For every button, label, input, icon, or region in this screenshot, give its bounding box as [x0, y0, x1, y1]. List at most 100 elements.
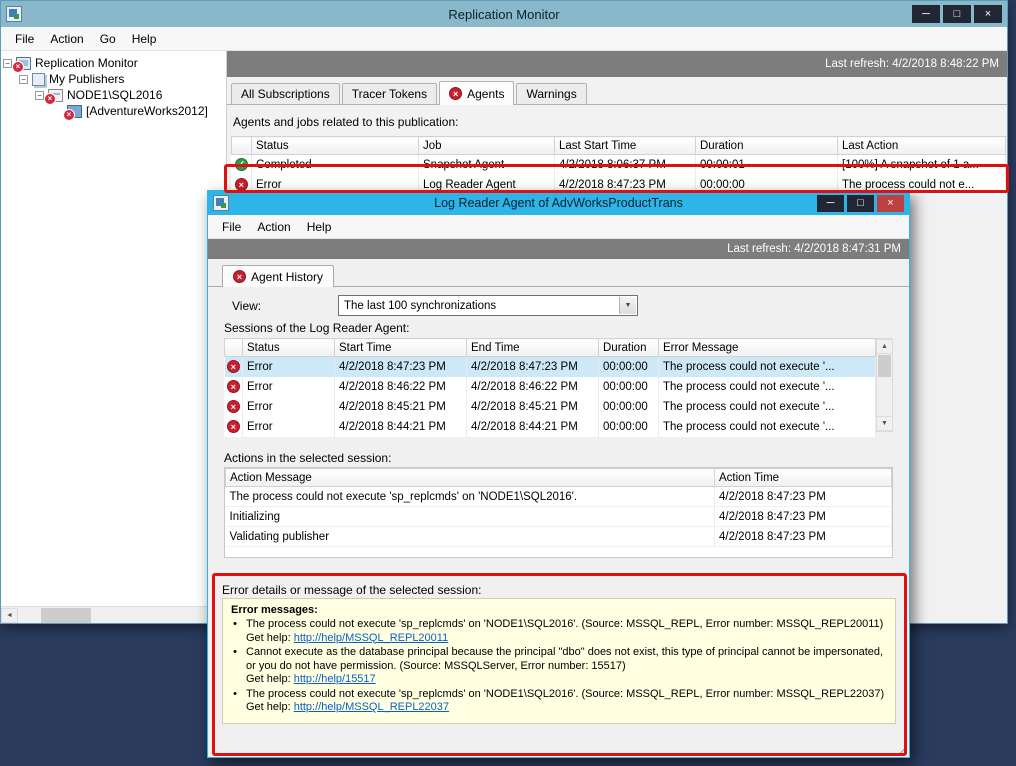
tree-label: My Publishers [49, 72, 124, 86]
tree-horizontal-scrollbar[interactable]: ◄ ► [1, 606, 225, 623]
actions-label: Actions in the selected session: [224, 451, 391, 465]
tree-label: Replication Monitor [35, 56, 138, 70]
session-row[interactable]: × Error 4/2/2018 8:47:23 PM 4/2/2018 8:4… [225, 357, 876, 377]
collapse-toggle-icon[interactable]: − [3, 59, 12, 68]
sessions-header-row: Status Start Time End Time Duration Erro… [225, 339, 876, 357]
maximize-icon[interactable]: □ [847, 195, 874, 212]
help-link[interactable]: http://help/MSSQL_REPL20011 [294, 632, 449, 644]
tab-tracer-tokens[interactable]: Tracer Tokens [342, 83, 437, 104]
status-icon-cell: × [225, 397, 243, 417]
menu-file[interactable]: File [7, 28, 42, 50]
cell-error-message: The process could not execute '... [659, 377, 876, 397]
cell-action-message: Validating publisher [226, 527, 715, 547]
cell-end-time: 4/2/2018 8:47:23 PM [467, 357, 599, 377]
bullet-icon: • [231, 688, 239, 715]
action-row[interactable]: The process could not execute 'sp_replcm… [226, 487, 892, 507]
menu-help[interactable]: Help [124, 28, 165, 50]
help-link[interactable]: http://help/MSSQL_REPL22037 [294, 701, 449, 713]
tree-label: [AdventureWorks2012] [86, 104, 208, 118]
minimize-icon[interactable]: ─ [817, 195, 844, 212]
tree-item-node1-sql2016[interactable]: − NODE1\SQL2016 [1, 87, 226, 103]
minimize-icon[interactable]: ─ [912, 5, 940, 23]
tab-agent-history[interactable]: × Agent History [222, 265, 334, 287]
tab-all-subscriptions[interactable]: All Subscriptions [231, 83, 340, 104]
sessions-vertical-scrollbar[interactable]: ▲ ▼ [876, 338, 893, 432]
sessions-col-end-time[interactable]: End Time [467, 339, 599, 357]
menu-action[interactable]: Action [249, 216, 298, 238]
menu-file[interactable]: File [214, 216, 249, 238]
cell-duration: 00:00:00 [599, 377, 659, 397]
cell-start-time: 4/2/2018 8:47:23 PM [335, 357, 467, 377]
status-icon-cell: ✓ [232, 155, 252, 175]
scrollbar-thumb[interactable] [878, 355, 891, 377]
agents-col-selector[interactable] [232, 137, 252, 155]
actions-col-time[interactable]: Action Time [715, 469, 892, 487]
cell-error-message: The process could not execute '... [659, 397, 876, 417]
sessions-col-duration[interactable]: Duration [599, 339, 659, 357]
tab-warnings[interactable]: Warnings [516, 83, 586, 104]
actions-header-row: Action Message Action Time [226, 469, 892, 487]
maximize-icon[interactable]: □ [943, 5, 971, 23]
sessions-col-error-message[interactable]: Error Message [659, 339, 876, 357]
dialog-caption-buttons: ─ □ × [817, 195, 904, 212]
tab-agents[interactable]: × Agents [439, 81, 514, 105]
action-row[interactable]: Initializing 4/2/2018 8:47:23 PM [226, 507, 892, 527]
sessions-col-start-time[interactable]: Start Time [335, 339, 467, 357]
cell-status: Error [243, 357, 335, 377]
sessions-col-status[interactable]: Status [243, 339, 335, 357]
agents-col-last-action[interactable]: Last Action [838, 137, 1006, 155]
error-message-item: • The process could not execute 'sp_repl… [231, 688, 887, 715]
session-row[interactable]: × Error 4/2/2018 8:46:22 PM 4/2/2018 8:4… [225, 377, 876, 397]
scroll-down-icon[interactable]: ▼ [876, 416, 893, 431]
agents-col-job[interactable]: Job [419, 137, 555, 155]
dialog-titlebar[interactable]: Log Reader Agent of AdvWorksProductTrans… [208, 191, 909, 215]
agents-col-last-start-time[interactable]: Last Start Time [555, 137, 696, 155]
sessions-col-selector[interactable] [225, 339, 243, 357]
cell-action-message: Initializing [226, 507, 715, 527]
cell-end-time: 4/2/2018 8:46:22 PM [467, 377, 599, 397]
close-icon[interactable]: × [877, 195, 904, 212]
replication-monitor-app-icon [6, 6, 22, 22]
action-row[interactable]: Validating publisher 4/2/2018 8:47:23 PM [226, 527, 892, 547]
agents-col-duration[interactable]: Duration [696, 137, 838, 155]
chevron-down-icon[interactable]: ▼ [619, 297, 636, 314]
actions-col-message[interactable]: Action Message [226, 469, 715, 487]
scrollbar-thumb[interactable] [41, 608, 91, 623]
get-help-label: Get help: [246, 673, 291, 685]
tree-item-my-publishers[interactable]: − My Publishers [1, 71, 226, 87]
agent-row-snapshot[interactable]: ✓ Completed Snapshot Agent 4/2/2018 8:06… [232, 155, 1006, 175]
main-window-title: Replication Monitor [448, 7, 559, 22]
last-refresh-text: Last refresh: 4/2/2018 8:47:31 PM [727, 243, 901, 255]
bullet-icon: • [231, 646, 239, 687]
view-dropdown[interactable]: The last 100 synchronizations ▼ [338, 295, 638, 316]
scroll-up-icon[interactable]: ▲ [876, 339, 893, 354]
menu-go[interactable]: Go [92, 28, 124, 50]
menu-action[interactable]: Action [42, 28, 91, 50]
tree-item-adventureworks2012[interactable]: [AdventureWorks2012] [1, 103, 226, 119]
session-row[interactable]: × Error 4/2/2018 8:44:21 PM 4/2/2018 8:4… [225, 417, 876, 437]
error-icon: × [227, 400, 240, 413]
cell-action-time: 4/2/2018 8:47:23 PM [715, 487, 892, 507]
collapse-toggle-icon[interactable]: − [35, 91, 44, 100]
agents-col-status[interactable]: Status [252, 137, 419, 155]
publication-tabs: All Subscriptions Tracer Tokens × Agents… [227, 77, 1007, 105]
agent-app-icon [213, 195, 229, 211]
dialog-window-title: Log Reader Agent of AdvWorksProductTrans [434, 196, 683, 210]
collapse-toggle-icon[interactable]: − [19, 75, 28, 84]
scroll-left-icon[interactable]: ◄ [1, 608, 18, 623]
tree-label: NODE1\SQL2016 [67, 88, 162, 102]
tree-item-replication-monitor[interactable]: − Replication Monitor [1, 55, 226, 71]
get-help-label: Get help: [246, 701, 291, 713]
close-icon[interactable]: × [974, 5, 1002, 23]
session-row[interactable]: × Error 4/2/2018 8:45:21 PM 4/2/2018 8:4… [225, 397, 876, 417]
tab-label: Warnings [526, 87, 576, 101]
main-titlebar[interactable]: Replication Monitor ─ □ × [1, 1, 1007, 27]
help-link[interactable]: http://help/15517 [294, 673, 376, 685]
resize-grip[interactable] [894, 742, 907, 755]
menu-help[interactable]: Help [299, 216, 340, 238]
error-messages-heading: Error messages: [231, 604, 887, 616]
desktop: Replication Monitor ─ □ × File Action Go… [0, 0, 1016, 766]
status-icon-cell: × [225, 357, 243, 377]
cell-duration: 00:00:00 [599, 357, 659, 377]
cell-start-time: 4/2/2018 8:44:21 PM [335, 417, 467, 437]
